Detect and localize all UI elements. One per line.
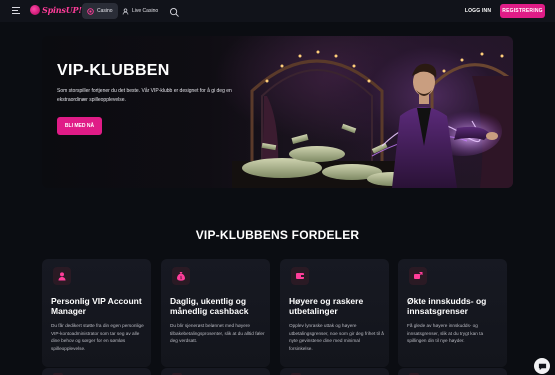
benefit-card-title: Økte innskudds- og innsatsgrenser bbox=[407, 296, 487, 316]
hamburger-menu-icon[interactable] bbox=[12, 7, 21, 15]
register-button[interactable]: REGISTRERING bbox=[500, 4, 545, 18]
benefit-card-limits: Økte innskudds- og innsatsgrenser Få gle… bbox=[398, 259, 507, 367]
benefit-card-partial bbox=[42, 368, 151, 375]
benefit-card-cashback: $ Daglig, ukentlig og månedlig cashback … bbox=[161, 259, 270, 367]
benefit-card-payouts: Høyere og raskere utbetalinger Opplev ly… bbox=[280, 259, 389, 367]
withdraw-icon bbox=[291, 267, 309, 285]
benefit-card-partial bbox=[161, 368, 270, 375]
brand-logo[interactable]: SpinsUP! bbox=[30, 5, 82, 15]
benefit-card-text: Du får dedikert støtte fra din egen pers… bbox=[51, 323, 144, 351]
benefit-card-text: Få glede av høyere innskudds- og innsats… bbox=[407, 323, 484, 344]
benefit-card-account-manager: Personlig VIP Account Manager Du får ded… bbox=[42, 259, 151, 367]
benefit-card-title: Daglig, ukentlig og månedlig cashback bbox=[170, 296, 249, 316]
top-navbar: SpinsUP! Casino Live Casino LOGG INN REG… bbox=[0, 0, 555, 22]
benefit-card-title: Høyere og raskere utbetalinger bbox=[289, 296, 364, 316]
benefits-heading: VIP-KLUBBENS FORDELER bbox=[195, 228, 360, 242]
benefit-card-text: Opplev lynraske uttak og høyere utbetali… bbox=[289, 323, 384, 351]
benefit-card-partial bbox=[398, 368, 507, 375]
casino-chip-icon bbox=[87, 7, 94, 15]
logo-mark-icon bbox=[30, 5, 40, 15]
vip-host-illustration bbox=[232, 50, 513, 188]
tab-live-casino-label: Live Casino bbox=[132, 8, 159, 14]
tab-casino-label: Casino bbox=[97, 8, 113, 14]
hero-title: VIP-KLUBBEN bbox=[57, 62, 170, 79]
join-now-button[interactable]: BLI MED NÅ bbox=[57, 117, 102, 135]
svg-text:$: $ bbox=[180, 275, 183, 280]
money-bag-icon: $ bbox=[172, 267, 190, 285]
vip-manager-icon bbox=[53, 267, 71, 285]
deposit-limit-icon bbox=[409, 267, 427, 285]
logo-text: SpinsUP! bbox=[42, 5, 82, 15]
chat-icon[interactable] bbox=[534, 358, 550, 374]
hero-description: Som storspiller fortjener du det beste. … bbox=[57, 88, 232, 103]
benefit-card-text: Du blir sjenerøst belønnet med høyere ti… bbox=[170, 323, 265, 344]
tab-live-casino[interactable]: Live Casino bbox=[117, 3, 163, 19]
benefit-card-partial bbox=[280, 368, 389, 375]
dealer-icon bbox=[122, 8, 129, 15]
benefit-card-title: Personlig VIP Account Manager bbox=[51, 296, 142, 316]
tab-casino[interactable]: Casino bbox=[82, 3, 118, 19]
login-button[interactable]: LOGG INN bbox=[460, 5, 496, 17]
search-icon[interactable] bbox=[169, 5, 180, 17]
vip-hero-banner: VIP-KLUBBEN Som storspiller fortjener du… bbox=[42, 36, 513, 188]
